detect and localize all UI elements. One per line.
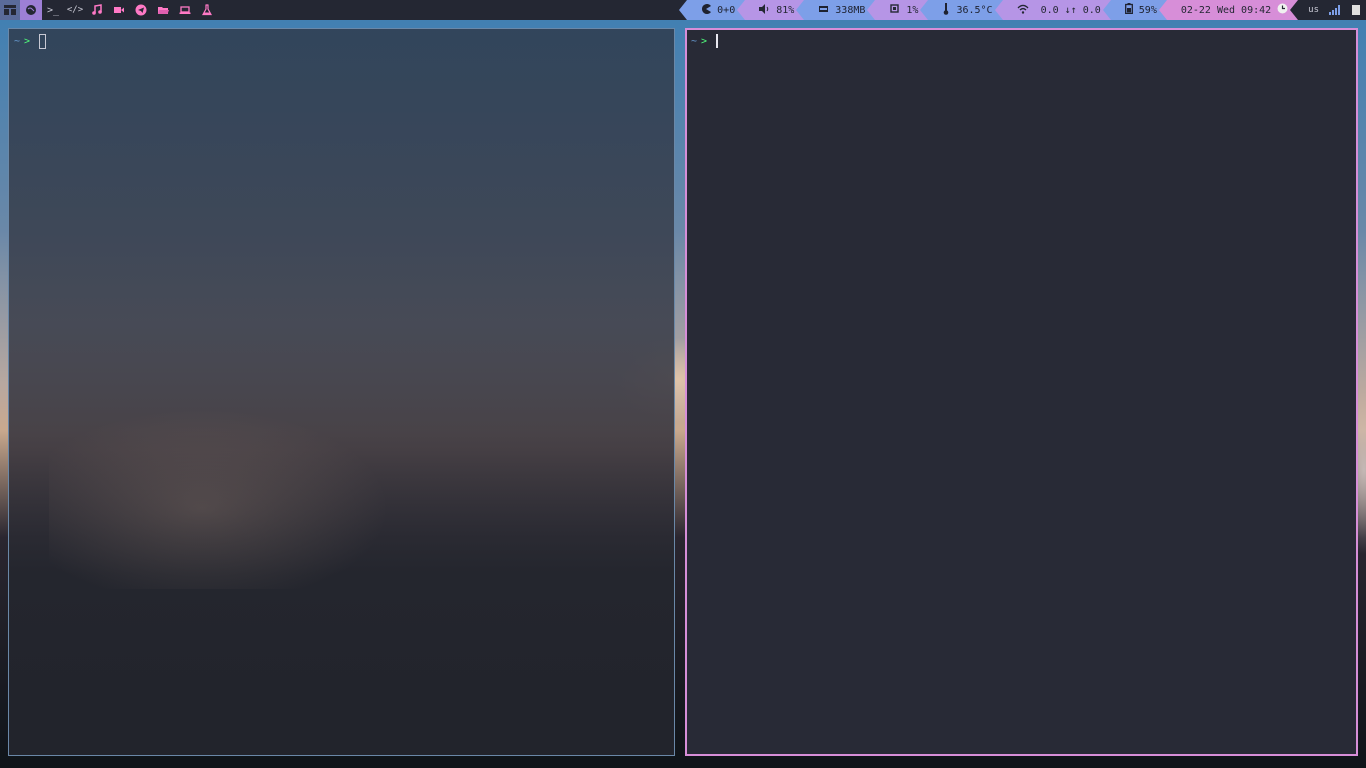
thermometer-icon [942, 2, 950, 18]
system-tray: us [1290, 0, 1366, 20]
terminal-cursor [39, 34, 47, 49]
video-icon [114, 7, 124, 13]
workspace-7-files[interactable] [152, 0, 174, 20]
shell-prompt: ~ > [14, 34, 47, 49]
updates-count: 0+0 [717, 4, 736, 16]
network-speed: 0.0 ↓↑ 0.0 [1040, 4, 1101, 16]
clock-module[interactable]: 02-22 Wed 09:42 [1158, 0, 1299, 20]
telegram-icon [135, 4, 147, 16]
memory-module[interactable]: 338MB [796, 0, 876, 20]
prompt-directory: ~ [14, 36, 21, 47]
pacman-icon [701, 3, 712, 17]
shell-prompt: ~ > [691, 34, 719, 48]
memory-usage: 338MB [835, 4, 866, 16]
folder-icon [158, 7, 169, 14]
speaker-icon [759, 3, 770, 17]
prompt-arrow: > [24, 36, 31, 47]
terminal-window-left[interactable]: ~ > [8, 28, 675, 756]
workspace-3-code[interactable]: </> [64, 0, 86, 20]
volume-level: 81% [776, 4, 795, 16]
top-status-bar: >_ </> 0+0 81% 338MB 1% 36.5°C 0.0 ↓↑ 0.… [0, 0, 1366, 20]
workspace-list: >_ </> [0, 0, 218, 20]
terminal-window-right-focused[interactable]: ~ > [685, 28, 1358, 756]
temperature-module[interactable]: 36.5°C [920, 0, 1003, 20]
workspace-1-globe[interactable] [20, 0, 42, 20]
prompt-arrow: > [701, 35, 708, 47]
battery-icon [1124, 3, 1133, 17]
wifi-icon [1017, 4, 1029, 17]
code-icon: </> [66, 5, 84, 15]
battery-level: 59% [1138, 4, 1157, 16]
blurred-background [49, 409, 389, 589]
music-icon [92, 4, 102, 15]
signal-strength-icon[interactable] [1329, 5, 1340, 15]
prompt-directory: ~ [691, 35, 698, 47]
cpu-icon [889, 3, 900, 17]
menu-icon[interactable] [1350, 5, 1360, 15]
launcher-logo-icon[interactable] [0, 0, 20, 20]
temperature-value: 36.5°C [956, 4, 993, 16]
terminal-icon: >_ [46, 4, 60, 16]
terminal-cursor [716, 34, 719, 48]
globe-icon [26, 5, 36, 15]
workspace-4-music[interactable] [86, 0, 108, 20]
keyboard-layout[interactable]: us [1308, 5, 1319, 15]
memory-icon [818, 4, 829, 17]
workspace-8-laptop[interactable] [174, 0, 196, 20]
workspace-5-video[interactable] [108, 0, 130, 20]
workspace-2-terminal[interactable]: >_ [42, 0, 64, 20]
cpu-usage: 1% [906, 4, 919, 16]
workspace-6-telegram[interactable] [130, 0, 152, 20]
network-module[interactable]: 0.0 ↓↑ 0.0 [994, 0, 1111, 20]
flask-icon [201, 4, 213, 16]
date-time: 02-22 Wed 09:42 [1180, 4, 1272, 16]
workspace-9-lab[interactable] [196, 0, 218, 20]
clock-icon [1277, 3, 1288, 17]
laptop-icon [179, 6, 191, 14]
